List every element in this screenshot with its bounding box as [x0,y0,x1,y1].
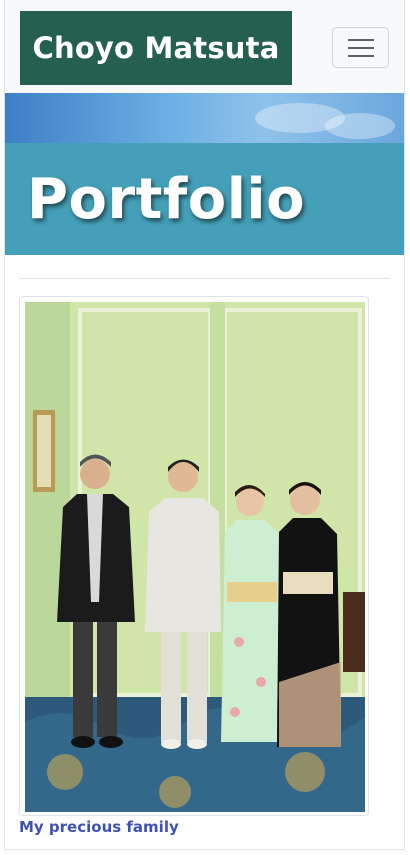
divider [19,278,390,279]
hero-banner: Portfolio [5,93,404,255]
hamburger-icon-line [348,55,374,57]
hamburger-icon-line [348,47,374,49]
navbar-toggle-button[interactable] [332,27,389,68]
cloud-shape [325,113,395,139]
portfolio-item-image-link[interactable] [19,296,369,816]
page-title: Portfolio [27,167,306,232]
family-photo [25,302,365,812]
hero-sky [5,93,404,143]
navbar: Choyo Matsuta [5,0,404,93]
portfolio-item-caption-link[interactable]: My precious family [19,818,179,836]
page-frame: Choyo Matsuta Portfolio My precious fami… [4,0,405,850]
brand-link[interactable]: Choyo Matsuta [20,11,292,85]
hamburger-icon [348,39,374,41]
